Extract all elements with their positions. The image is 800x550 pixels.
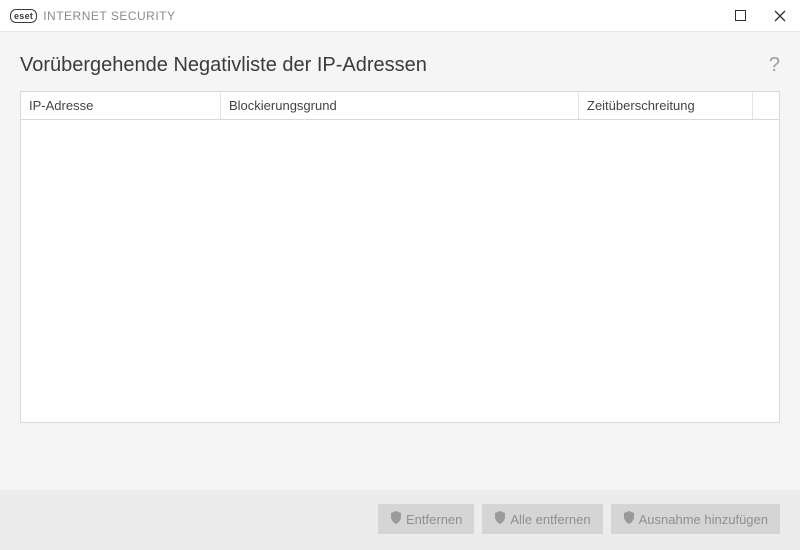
column-header-gutter xyxy=(753,92,779,119)
remove-all-button-label: Alle entfernen xyxy=(510,512,590,527)
column-header-ip[interactable]: IP-Adresse xyxy=(21,92,221,119)
column-header-timeout[interactable]: Zeitüberschreitung xyxy=(579,92,753,119)
content-area: IP-Adresse Blockierungsgrund Zeitübersch… xyxy=(0,91,800,423)
window-controls xyxy=(720,0,800,32)
table-body xyxy=(21,120,779,423)
shield-icon xyxy=(390,511,402,527)
brand: eset INTERNET SECURITY xyxy=(10,9,176,23)
remove-all-button[interactable]: Alle entfernen xyxy=(482,504,602,534)
close-button[interactable] xyxy=(760,0,800,32)
remove-button[interactable]: Entfernen xyxy=(378,504,474,534)
page-title: Vorübergehende Negativliste der IP-Adres… xyxy=(20,54,427,77)
maximize-button[interactable] xyxy=(720,0,760,32)
add-exception-button-label: Ausnahme hinzufügen xyxy=(639,512,768,527)
title-bar: eset INTERNET SECURITY xyxy=(0,0,800,32)
page-header: Vorübergehende Negativliste der IP-Adres… xyxy=(0,32,800,91)
ip-blacklist-table: IP-Adresse Blockierungsgrund Zeitübersch… xyxy=(20,91,780,423)
shield-icon xyxy=(623,511,635,527)
table-header: IP-Adresse Blockierungsgrund Zeitübersch… xyxy=(21,92,779,120)
shield-icon xyxy=(494,511,506,527)
product-name: INTERNET SECURITY xyxy=(43,9,175,23)
add-exception-button[interactable]: Ausnahme hinzufügen xyxy=(611,504,780,534)
footer-actions: Entfernen Alle entfernen Ausnahme hinzuf… xyxy=(0,490,800,550)
brand-badge: eset xyxy=(10,9,37,23)
column-header-reason[interactable]: Blockierungsgrund xyxy=(221,92,579,119)
help-icon[interactable]: ? xyxy=(769,54,780,77)
remove-button-label: Entfernen xyxy=(406,512,462,527)
